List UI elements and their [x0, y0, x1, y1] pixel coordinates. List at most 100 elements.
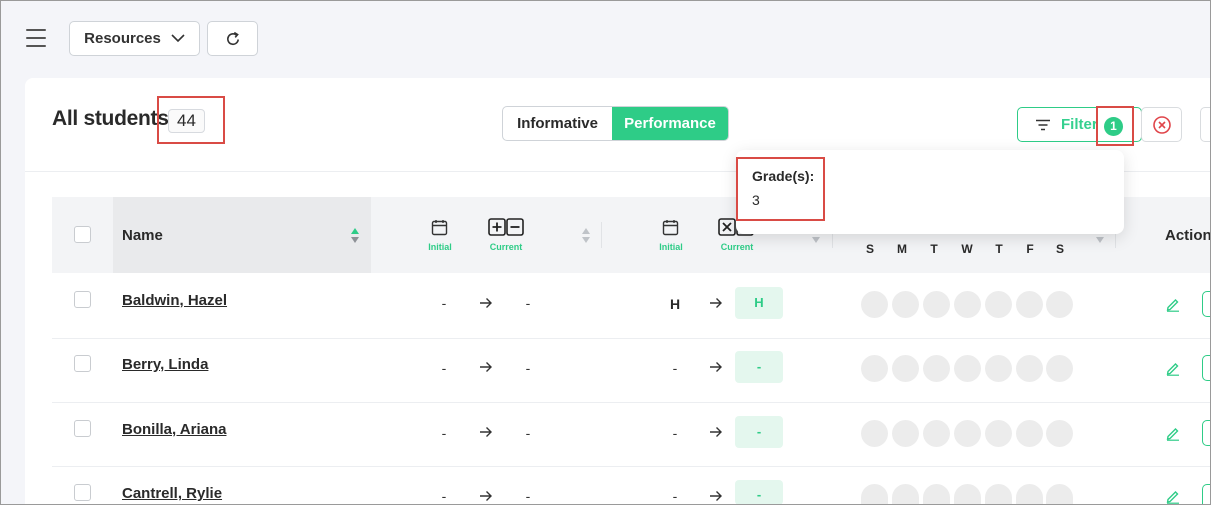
- day-indicator: [923, 484, 950, 505]
- clear-filter-button[interactable]: [1141, 107, 1182, 142]
- day-indicator: [861, 484, 888, 505]
- behavior-initial-value: -: [672, 360, 678, 376]
- arrow-right-icon: [480, 427, 492, 437]
- arrow-right-icon: [710, 362, 722, 372]
- row-checkbox[interactable]: [74, 484, 91, 501]
- row-divider: [52, 338, 1211, 339]
- behavior-current-value: -: [735, 351, 783, 383]
- row-checkbox[interactable]: [74, 291, 91, 308]
- edit-pencil-icon[interactable]: [1165, 296, 1181, 312]
- more-options-button[interactable]: [1200, 107, 1211, 142]
- day-indicator: [1016, 420, 1043, 447]
- day-label: T: [995, 242, 1003, 256]
- hamburger-menu-icon[interactable]: [26, 29, 46, 47]
- arrow-right-icon: [710, 491, 722, 501]
- row-checkbox[interactable]: [74, 355, 91, 372]
- name-sort-icon[interactable]: [351, 228, 361, 244]
- behavior-initial-label: Initial: [659, 242, 683, 252]
- behavior-initial-value: H: [669, 296, 681, 312]
- close-circle-icon: [1152, 115, 1171, 134]
- row-action-button[interactable]: [1202, 420, 1211, 446]
- row-action-button[interactable]: [1202, 355, 1211, 381]
- view-toggle: Informative Performance: [502, 106, 729, 141]
- student-name-link[interactable]: Berry, Linda: [122, 356, 208, 373]
- column-separator: [601, 222, 602, 248]
- attendance-initial-label: Initial: [428, 242, 452, 252]
- edit-pencil-icon[interactable]: [1165, 360, 1181, 376]
- day-indicator: [861, 420, 888, 447]
- day-indicator: [923, 420, 950, 447]
- resources-label: Resources: [84, 30, 161, 47]
- attendance-initial-value: -: [441, 425, 447, 441]
- behavior-current-value: -: [735, 480, 783, 505]
- toggle-performance[interactable]: Performance: [612, 107, 728, 140]
- arrow-right-icon: [710, 298, 722, 308]
- day-label: F: [1026, 242, 1034, 256]
- edit-pencil-icon[interactable]: [1165, 488, 1181, 504]
- name-column-label[interactable]: Name: [122, 227, 163, 244]
- row-divider: [52, 466, 1211, 467]
- page-title: All students: [52, 107, 169, 130]
- plus-minus-icon: [488, 218, 524, 236]
- day-label: S: [865, 242, 874, 256]
- refresh-button[interactable]: [207, 21, 258, 56]
- arrow-right-icon: [480, 491, 492, 501]
- attendance-current-value: -: [525, 295, 531, 311]
- day-label: W: [961, 242, 973, 256]
- day-indicator: [1016, 291, 1043, 318]
- day-indicator: [1046, 291, 1073, 318]
- popover-grade-label: Grade(s):: [752, 168, 815, 184]
- day-indicator: [1016, 355, 1043, 382]
- row-action-button[interactable]: [1202, 484, 1211, 505]
- row-checkbox[interactable]: [74, 420, 91, 437]
- day-indicator: [985, 484, 1012, 505]
- day-indicator: [985, 355, 1012, 382]
- filter-button[interactable]: Filter 1: [1017, 107, 1142, 142]
- attendance-sort-icon[interactable]: [582, 228, 592, 244]
- toggle-informative[interactable]: Informative: [503, 107, 612, 140]
- attendance-current-value: -: [525, 425, 531, 441]
- row-divider: [52, 402, 1211, 403]
- calendar-icon: [431, 220, 448, 236]
- day-indicator: [861, 291, 888, 318]
- attendance-initial-value: -: [441, 295, 447, 311]
- filter-count-badge: 1: [1104, 117, 1123, 136]
- student-name-link[interactable]: Cantrell, Rylie: [122, 485, 222, 502]
- arrow-right-icon: [480, 362, 492, 372]
- filter-icon: [1036, 119, 1050, 131]
- day-label: S: [1055, 242, 1064, 256]
- calendar-icon: [662, 220, 679, 236]
- popover-grade-value: 3: [752, 192, 760, 208]
- resources-dropdown-button[interactable]: Resources: [69, 21, 200, 56]
- behavior-current-value: -: [735, 416, 783, 448]
- filter-popover: Grade(s): 3: [736, 150, 1124, 234]
- day-indicator: [985, 291, 1012, 318]
- student-name-link[interactable]: Bonilla, Ariana: [122, 421, 226, 438]
- day-label: M: [897, 242, 907, 256]
- row-action-button[interactable]: [1202, 291, 1211, 317]
- day-indicator: [954, 291, 981, 318]
- attendance-initial-value: -: [441, 360, 447, 376]
- behavior-current-label: Current: [720, 242, 754, 252]
- select-all-checkbox[interactable]: [74, 226, 91, 243]
- attendance-current-label: Current: [489, 242, 523, 252]
- day-indicator: [861, 355, 888, 382]
- day-indicator: [954, 484, 981, 505]
- day-indicator: [1046, 484, 1073, 505]
- day-indicator: [892, 484, 919, 505]
- edit-pencil-icon[interactable]: [1165, 425, 1181, 441]
- day-indicator: [954, 420, 981, 447]
- behavior-initial-value: -: [672, 488, 678, 504]
- day-indicator: [954, 355, 981, 382]
- day-indicator: [1016, 484, 1043, 505]
- arrow-right-icon: [710, 427, 722, 437]
- behavior-current-value: H: [735, 287, 783, 319]
- refresh-icon: [226, 31, 239, 45]
- day-indicator: [1046, 355, 1073, 382]
- arrow-right-icon: [480, 298, 492, 308]
- attendance-current-value: -: [525, 360, 531, 376]
- day-indicator: [892, 291, 919, 318]
- student-name-link[interactable]: Baldwin, Hazel: [122, 292, 227, 309]
- day-indicator: [923, 291, 950, 318]
- chevron-down-icon: [171, 34, 185, 43]
